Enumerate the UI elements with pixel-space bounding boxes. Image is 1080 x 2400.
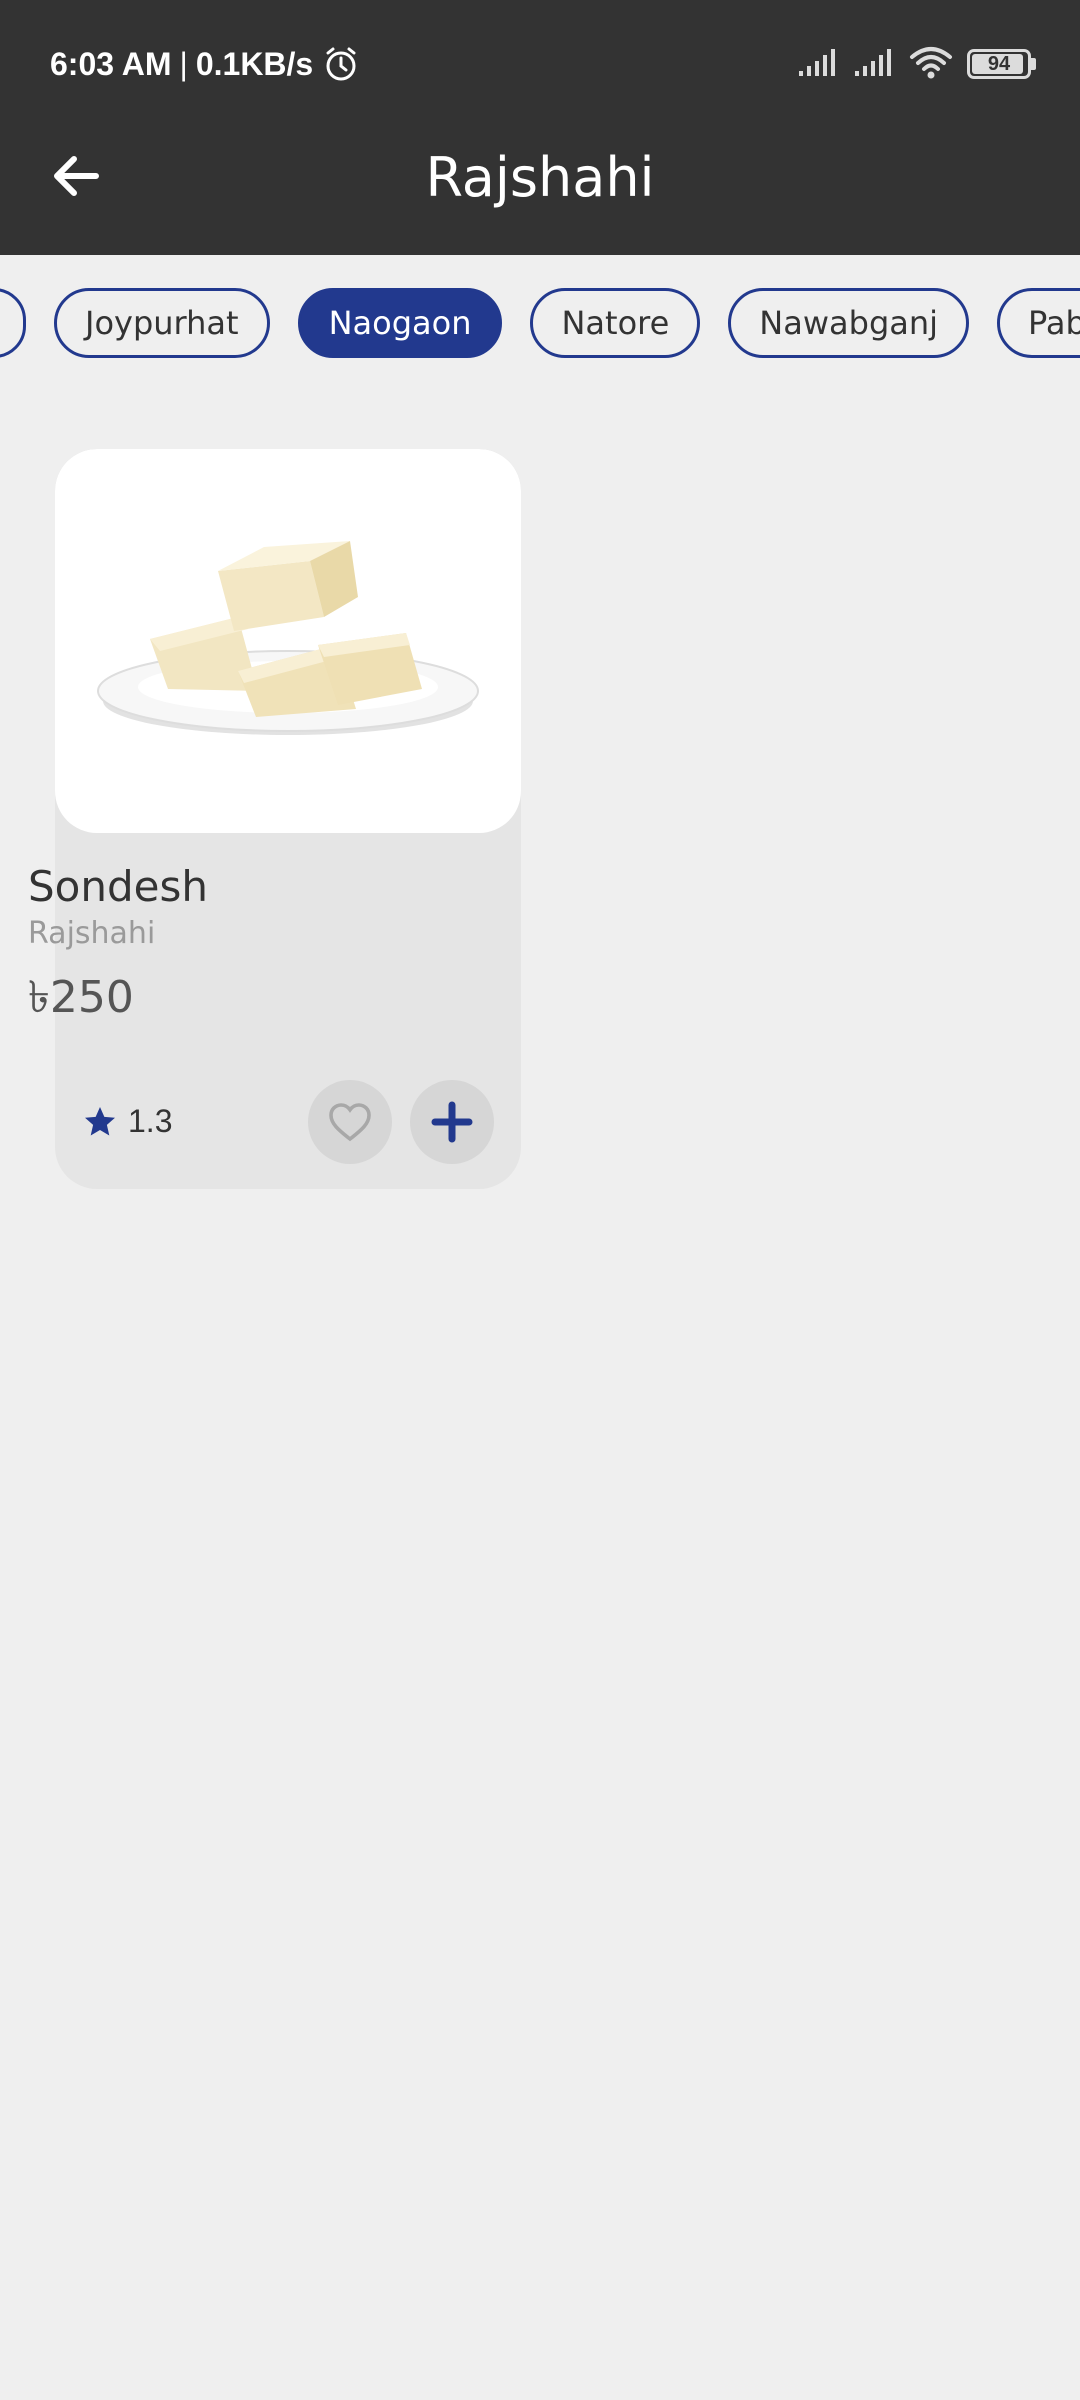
app-header: 6:03 AM | 0.1KB/s 94 Rajshahi xyxy=(0,0,1080,255)
chip-naogaon[interactable]: Naogaon xyxy=(297,288,503,358)
product-region: Rajshahi xyxy=(28,916,156,951)
rating-value: 1.3 xyxy=(128,1103,173,1139)
heart-icon xyxy=(329,1103,371,1142)
status-bar-right: 94 xyxy=(797,42,1036,86)
chip-natore[interactable]: Natore xyxy=(530,288,701,358)
wifi-icon xyxy=(909,45,953,84)
sondesh-plate-image xyxy=(97,541,479,735)
alarm-icon xyxy=(321,44,361,84)
status-separator: | xyxy=(179,45,188,82)
battery-icon: 94 xyxy=(967,49,1031,79)
status-network-speed: 0.1KB/s xyxy=(195,45,314,82)
product-rating: 1.3 xyxy=(82,1103,172,1140)
product-card[interactable] xyxy=(55,449,521,1189)
chip-previous-partial[interactable] xyxy=(0,288,26,358)
page-title: Rajshahi xyxy=(425,146,655,209)
chip-joypurhat[interactable]: Joypurhat xyxy=(54,288,270,358)
battery-percent: 94 xyxy=(987,52,1011,75)
favorite-button[interactable] xyxy=(308,1080,392,1164)
chip-nawabganj[interactable]: Nawabganj xyxy=(728,288,970,358)
signal-icon-2 xyxy=(853,47,895,82)
signal-icon xyxy=(797,47,839,82)
product-image xyxy=(55,449,521,833)
status-time: 6:03 AM xyxy=(50,45,172,82)
chip-pabna[interactable]: Pabna xyxy=(997,288,1080,358)
status-bar-left: 6:03 AM | 0.1KB/s xyxy=(50,42,361,86)
star-icon xyxy=(85,1106,115,1135)
plus-icon xyxy=(431,1101,473,1143)
district-chip-bar[interactable]: Joypurhat Naogaon Natore Nawabganj Pabna xyxy=(0,288,1080,362)
add-to-cart-button[interactable] xyxy=(410,1080,494,1164)
product-name: Sondesh xyxy=(28,862,208,911)
product-price: ৳250 xyxy=(28,972,134,1023)
battery-tip xyxy=(1031,58,1036,70)
